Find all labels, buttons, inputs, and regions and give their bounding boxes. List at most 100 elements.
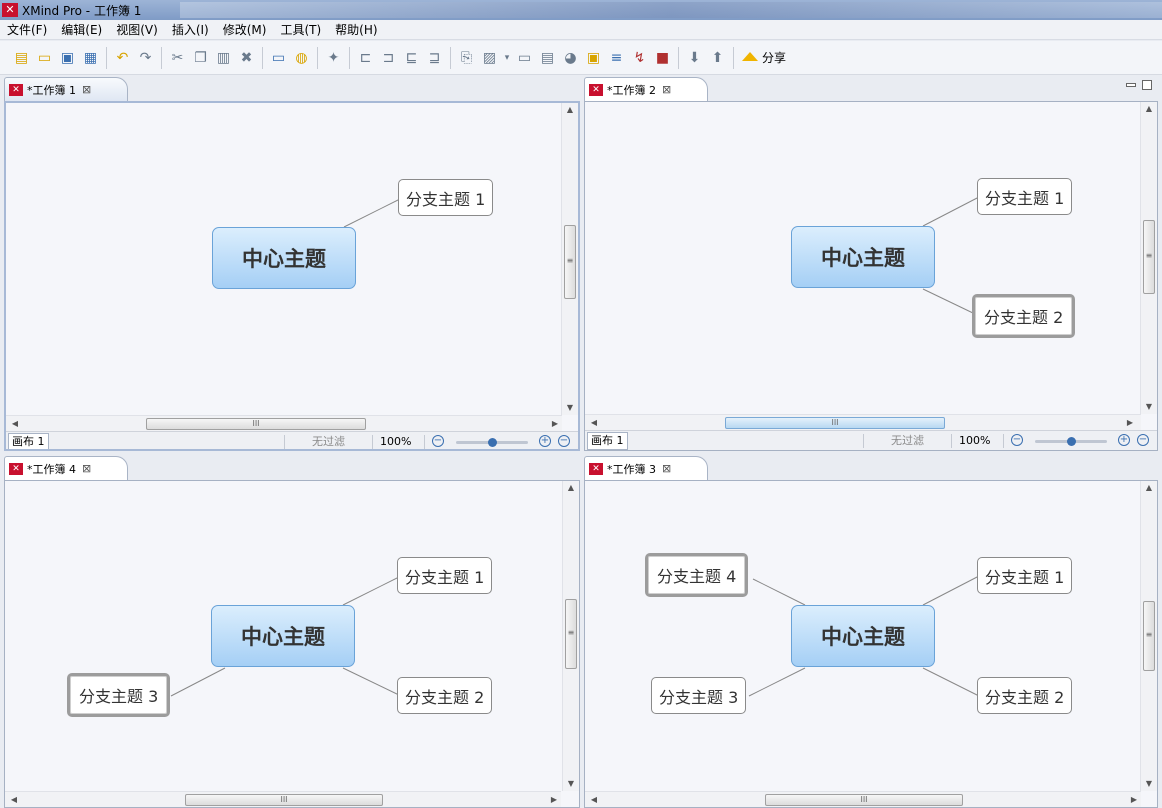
horizontal-scrollbar[interactable]: ◀ III ▶ (6, 415, 562, 431)
horizontal-scrollbar[interactable]: ◀ III ▶ (585, 414, 1141, 430)
scroll-thumb[interactable]: III (725, 417, 945, 429)
zoom-in-icon[interactable]: + (1118, 434, 1130, 446)
sheet-tab[interactable]: 画布 1 (8, 433, 49, 449)
scroll-thumb[interactable]: III (146, 418, 366, 430)
drill-down-icon[interactable]: ⬇ (683, 47, 706, 69)
vertical-scrollbar[interactable]: ▲ ≡ ▼ (1140, 102, 1157, 414)
branch-topic-4[interactable]: 分支主题 4 (645, 553, 749, 597)
marker-icon[interactable]: ◕ (559, 47, 582, 69)
scroll-down-icon[interactable]: ▼ (562, 401, 578, 415)
tab-workbook-1[interactable]: ✕ *工作簿 1 ⊠ (4, 77, 128, 101)
insert-topic-before-icon[interactable]: ⊑ (400, 47, 423, 69)
maximize-icon[interactable] (1142, 80, 1152, 90)
filter-status[interactable]: 无过滤 (312, 434, 345, 449)
menu-modify[interactable]: 修改(M) (216, 21, 274, 38)
branch-topic-2[interactable]: 分支主题 2 (972, 294, 1076, 338)
horizontal-scrollbar[interactable]: ◀ III ▶ (585, 791, 1141, 807)
scroll-right-icon[interactable]: ▶ (1123, 415, 1137, 431)
zoom-out-icon[interactable]: − (1011, 434, 1023, 446)
print-icon[interactable]: ▦ (79, 47, 102, 69)
insert-parent-icon[interactable]: ⊒ (423, 47, 446, 69)
menu-tools[interactable]: 工具(T) (273, 21, 328, 38)
scroll-thumb[interactable]: ≡ (1143, 220, 1155, 294)
vertical-scrollbar[interactable]: ▲ ≡ ▼ (561, 103, 578, 415)
branch-topic-1[interactable]: 分支主题 1 (977, 178, 1073, 215)
central-topic[interactable]: 中心主题 (791, 605, 935, 667)
close-icon[interactable]: ⊠ (82, 462, 91, 475)
central-topic[interactable]: 中心主题 (211, 605, 355, 667)
mind-map-canvas[interactable]: 中心主题 分支主题 1 ▲ ≡ ▼ ◀ III ▶ 画布 1 无过滤 100% … (4, 101, 580, 451)
scroll-thumb[interactable]: ≡ (565, 599, 577, 669)
scroll-up-icon[interactable]: ▲ (563, 481, 579, 495)
branch-topic-3[interactable]: 分支主题 3 (67, 673, 171, 717)
zoom-slider-knob[interactable] (1066, 437, 1076, 446)
scroll-right-icon[interactable]: ▶ (548, 416, 562, 432)
scroll-thumb[interactable]: ≡ (564, 225, 576, 299)
central-topic[interactable]: 中心主题 (791, 226, 935, 288)
zoom-out-icon[interactable]: − (432, 435, 444, 447)
zoom-slider-knob[interactable] (487, 438, 497, 447)
scroll-down-icon[interactable]: ▼ (1141, 400, 1157, 414)
zoom-slider[interactable] (1035, 437, 1107, 446)
central-topic[interactable]: 中心主题 (212, 227, 356, 289)
close-icon[interactable]: ⊠ (662, 83, 671, 96)
menu-help[interactable]: 帮助(H) (328, 21, 384, 38)
scroll-down-icon[interactable]: ▼ (1141, 777, 1157, 791)
mind-map-canvas[interactable]: 中心主题 分支主题 1 分支主题 2 分支主题 3 分支主题 4 ▲ ≡ ▼ ◀… (584, 480, 1158, 808)
scroll-thumb[interactable]: III (185, 794, 383, 806)
branch-topic-2[interactable]: 分支主题 2 (977, 677, 1073, 714)
scroll-left-icon[interactable]: ◀ (7, 792, 21, 807)
scroll-thumb[interactable]: III (765, 794, 963, 806)
scroll-right-icon[interactable]: ▶ (1127, 792, 1141, 807)
branch-topic-1[interactable]: 分支主题 1 (398, 179, 494, 216)
menu-edit[interactable]: 编辑(E) (54, 21, 109, 38)
zoom-fit-icon[interactable]: − (558, 435, 570, 447)
menu-file[interactable]: 文件(F) (0, 21, 54, 38)
sheet-tab[interactable]: 画布 1 (587, 432, 628, 450)
filter-status[interactable]: 无过滤 (891, 433, 924, 449)
label-icon[interactable]: ▭ (513, 47, 536, 69)
stop-icon[interactable]: ■ (651, 47, 674, 69)
summary-icon[interactable]: ≡ (605, 47, 628, 69)
insert-topic-icon[interactable]: ⊏ (354, 47, 377, 69)
mind-map-canvas[interactable]: 中心主题 分支主题 1 分支主题 2 分支主题 3 ▲ ≡ ▼ ◀ III ▶ (4, 480, 580, 808)
paste-icon[interactable]: ▥ (212, 47, 235, 69)
menu-view[interactable]: 视图(V) (109, 21, 165, 38)
scroll-left-icon[interactable]: ◀ (8, 416, 22, 432)
undo-icon[interactable]: ↶ (111, 47, 134, 69)
zoom-fit-icon[interactable]: − (1137, 434, 1149, 446)
scroll-down-icon[interactable]: ▼ (563, 777, 579, 791)
branch-topic-3[interactable]: 分支主题 3 (651, 677, 747, 714)
vertical-scrollbar[interactable]: ▲ ≡ ▼ (562, 481, 579, 791)
scroll-left-icon[interactable]: ◀ (587, 415, 601, 431)
scroll-up-icon[interactable]: ▲ (562, 103, 578, 117)
minimize-icon[interactable] (1126, 83, 1136, 87)
mind-map-canvas[interactable]: 中心主题 分支主题 1 分支主题 2 ▲ ≡ ▼ ◀ III ▶ 画布 1 无过… (584, 101, 1158, 451)
tab-workbook-3[interactable]: ✕ *工作簿 3 ⊠ (584, 456, 708, 480)
open-icon[interactable]: ▭ (33, 47, 56, 69)
new-sheet-icon[interactable]: ✦ (322, 47, 345, 69)
attachment-icon[interactable]: ⎘ (455, 47, 478, 69)
save-icon[interactable]: ▣ (56, 47, 79, 69)
insert-subtopic-icon[interactable]: ⊐ (377, 47, 400, 69)
dropdown-arrow-icon[interactable]: ▾ (501, 47, 513, 69)
delete-icon[interactable]: ✖ (235, 47, 258, 69)
branch-topic-2[interactable]: 分支主题 2 (397, 677, 493, 714)
close-icon[interactable]: ⊠ (82, 83, 91, 96)
scroll-right-icon[interactable]: ▶ (547, 792, 561, 807)
scroll-thumb[interactable]: ≡ (1143, 601, 1155, 671)
cut-icon[interactable]: ✂ (166, 47, 189, 69)
branch-topic-1[interactable]: 分支主题 1 (977, 557, 1073, 594)
vertical-scrollbar[interactable]: ▲ ≡ ▼ (1140, 481, 1157, 791)
branch-topic-1[interactable]: 分支主题 1 (397, 557, 493, 594)
zoom-in-icon[interactable]: + (539, 435, 551, 447)
notes-icon[interactable]: ▤ (536, 47, 559, 69)
tab-workbook-4[interactable]: ✕ *工作簿 4 ⊠ (4, 456, 128, 480)
copy-icon[interactable]: ❐ (189, 47, 212, 69)
brainstorm-icon[interactable]: ◍ (290, 47, 313, 69)
horizontal-scrollbar[interactable]: ◀ III ▶ (5, 791, 561, 807)
boundary-icon[interactable]: ▣ (582, 47, 605, 69)
presentation-icon[interactable]: ▭ (267, 47, 290, 69)
zoom-slider[interactable] (456, 438, 528, 447)
share-button[interactable]: 分享 (742, 49, 786, 66)
